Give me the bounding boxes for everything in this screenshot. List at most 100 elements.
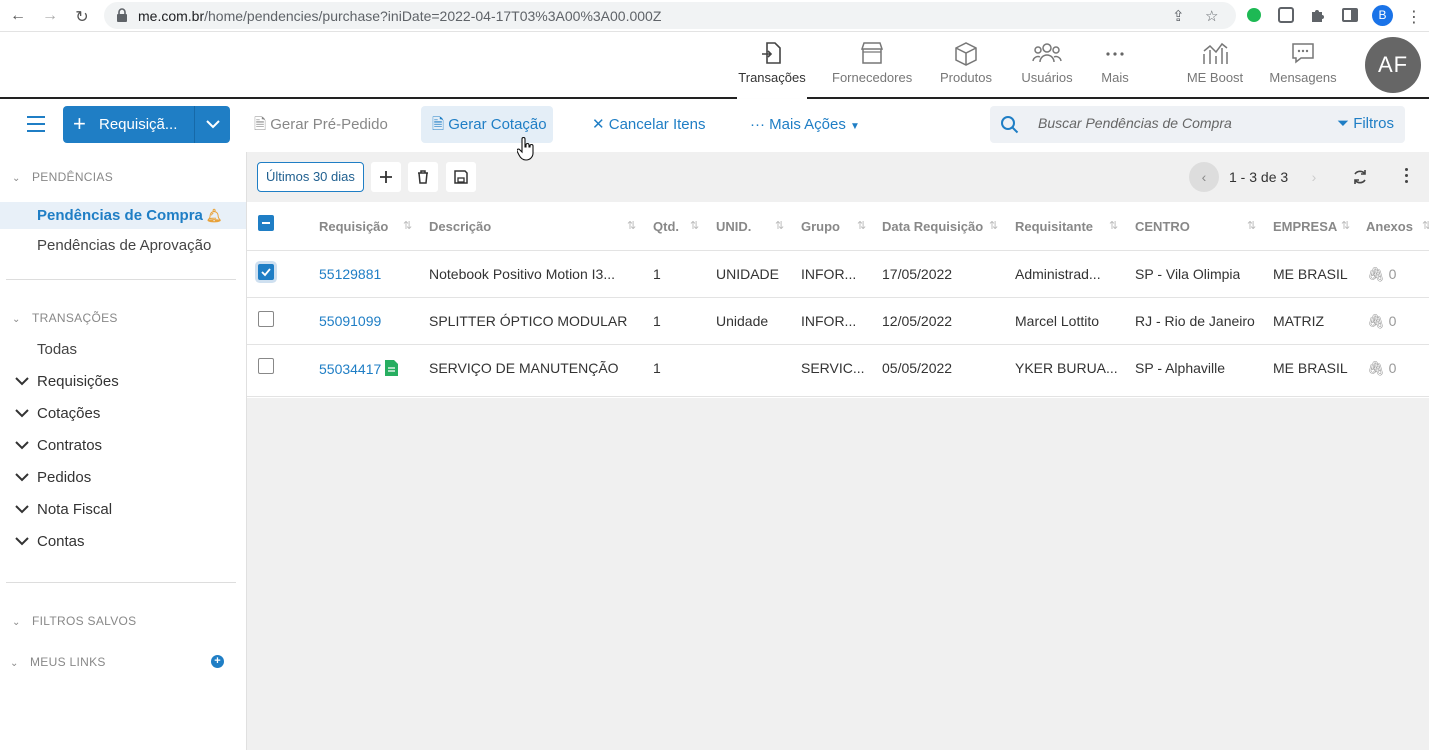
filter-icon: ⏷ <box>1337 115 1350 132</box>
cell-data: 12/05/2022 <box>882 313 953 329</box>
section-meus-links[interactable]: ⌄ MEUS LINKS <box>10 655 106 669</box>
store-icon <box>860 42 884 64</box>
sidebar-item-requisicoes[interactable]: Requisições <box>14 373 119 390</box>
address-bar[interactable]: me.com.br/home/pendencies/purchase?iniDa… <box>104 2 1236 29</box>
row-checkbox[interactable] <box>258 311 274 327</box>
nav-fornecedores[interactable]: Fornecedores <box>832 32 912 97</box>
row-checkbox[interactable] <box>258 358 274 374</box>
refresh-icon[interactable] <box>1351 168 1369 186</box>
nav-transacoes[interactable]: Transações <box>737 32 807 99</box>
table-row[interactable]: 55091099 SPLITTER ÓPTICO MODULAR 1 Unida… <box>247 298 1429 345</box>
next-page-button[interactable]: › <box>1299 162 1329 192</box>
col-empresa[interactable]: EMPRESA <box>1273 219 1337 234</box>
sort-icon[interactable]: ⇅ <box>1422 219 1429 232</box>
hamburger-menu-icon[interactable] <box>27 116 45 132</box>
sidebar-item-nota-fiscal[interactable]: Nota Fiscal <box>14 501 112 518</box>
profile-avatar[interactable]: B <box>1372 5 1393 26</box>
col-centro[interactable]: CENTRO <box>1135 219 1190 234</box>
requisicao-link[interactable]: 55034417 <box>319 360 399 377</box>
sidebar-item-contas[interactable]: Contas <box>14 533 85 550</box>
gerar-pre-pedido-button[interactable]: 🗎 Gerar Pré-Pedido <box>243 106 399 143</box>
users-icon <box>1032 43 1062 63</box>
nav-mensagens[interactable]: Mensagens <box>1268 32 1338 97</box>
mais-acoes-button[interactable]: ··· Mais Ações ▼ <box>739 106 871 143</box>
cell-qtd: 1 <box>653 313 661 329</box>
nav-mais[interactable]: Mais <box>1100 32 1130 97</box>
star-icon[interactable]: ☆ <box>1205 7 1218 25</box>
period-filter-button[interactable]: Últimos 30 dias <box>257 162 364 192</box>
sort-icon[interactable]: ⇅ <box>690 219 699 232</box>
col-grupo[interactable]: Grupo <box>801 219 840 234</box>
save-filter-button[interactable] <box>446 162 476 192</box>
ellipsis-icon: ··· <box>750 116 765 133</box>
section-filtros-salvos[interactable]: ⌄ FILTROS SALVOS <box>12 614 136 628</box>
search-icon[interactable] <box>1000 115 1020 135</box>
cell-anexos[interactable]: 🖇︎ 0 <box>1367 266 1396 283</box>
forward-icon[interactable]: → <box>40 7 60 25</box>
sort-icon[interactable]: ⇅ <box>1247 219 1256 232</box>
sidepanel-icon[interactable] <box>1341 6 1359 24</box>
table-row[interactable]: 55129881 Notebook Positivo Motion I3... … <box>247 251 1429 298</box>
sidebar: ⌄ PENDÊNCIAS Pendências de Compra 🔔︎ Pendê… <box>0 152 247 750</box>
col-descricao[interactable]: Descrição <box>429 219 491 234</box>
col-unid[interactable]: UNID. <box>716 219 751 234</box>
sort-icon[interactable]: ⇅ <box>627 219 636 232</box>
sidebar-item-cotacoes[interactable]: Cotações <box>14 405 100 422</box>
cell-anexos[interactable]: 🖇︎ 0 <box>1367 360 1396 377</box>
sidebar-item-pendencias-aprovacao[interactable]: Pendências de Aprovação <box>37 237 211 254</box>
sort-icon[interactable]: ⇅ <box>403 219 412 232</box>
caret-down-icon: ▼ <box>850 121 860 132</box>
cell-empresa: ME BRASIL <box>1273 266 1348 282</box>
user-avatar[interactable]: AF <box>1365 37 1421 93</box>
cell-requisitante: Marcel Lottito <box>1015 313 1100 329</box>
filtros-button[interactable]: ⏷ Filtros <box>1337 115 1394 132</box>
table-controls: Últimos 30 dias ‹ 1 - 3 de 3 › <box>247 152 1429 202</box>
new-requisition-button[interactable]: + Requisiçã... <box>63 106 230 143</box>
select-all-checkbox[interactable] <box>258 215 274 231</box>
chevron-down-icon[interactable] <box>204 114 222 134</box>
chart-icon <box>1203 42 1228 64</box>
search-input[interactable] <box>1038 115 1318 131</box>
table-row[interactable]: 55034417 SERVIÇO DE MANUTENÇÃO 1 SERVIC.… <box>247 345 1429 397</box>
col-requisitante[interactable]: Requisitante <box>1015 219 1093 234</box>
sort-icon[interactable]: ⇅ <box>1341 219 1350 232</box>
sort-icon[interactable]: ⇅ <box>775 219 784 232</box>
puzzle-icon[interactable] <box>1309 6 1327 24</box>
nav-usuarios[interactable]: Usuários <box>1019 32 1075 97</box>
nav-produtos[interactable]: Produtos <box>938 32 994 97</box>
col-requisicao[interactable]: Requisição <box>319 219 388 234</box>
sort-icon[interactable]: ⇅ <box>989 219 998 232</box>
col-qtd[interactable]: Qtd. <box>653 219 679 234</box>
sidebar-item-pedidos[interactable]: Pedidos <box>14 469 91 486</box>
green-document-icon[interactable] <box>385 360 399 376</box>
sidebar-item-todas[interactable]: Todas <box>37 341 77 358</box>
more-options-icon[interactable] <box>1405 168 1409 186</box>
sort-icon[interactable]: ⇅ <box>1109 219 1118 232</box>
sidebar-item-pendencias-compra[interactable]: Pendências de Compra 🔔︎ <box>37 207 222 224</box>
nav-me-boost[interactable]: ME Boost <box>1186 32 1244 97</box>
add-button[interactable] <box>371 162 401 192</box>
browser-menu-icon[interactable]: ⋮ <box>1404 7 1424 27</box>
reload-icon[interactable]: ↻ <box>72 7 92 27</box>
row-checkbox[interactable] <box>258 264 274 280</box>
share-icon[interactable]: ⇪ <box>1172 7 1185 25</box>
section-pendencias[interactable]: ⌄ PENDÊNCIAS <box>12 170 113 184</box>
col-anexos[interactable]: Anexos <box>1366 219 1413 234</box>
section-transacoes[interactable]: ⌄ TRANSAÇÕES <box>12 311 118 325</box>
requisicao-link[interactable]: 55129881 <box>319 266 381 282</box>
extension-leaf-icon[interactable] <box>1245 6 1263 24</box>
extension-doc-icon[interactable] <box>1277 6 1295 24</box>
col-data-requisicao[interactable]: Data Requisição <box>882 219 983 234</box>
sidebar-item-contratos[interactable]: Contratos <box>14 437 102 454</box>
back-icon[interactable]: ← <box>8 7 28 25</box>
delete-button[interactable] <box>408 162 438 192</box>
previous-page-button[interactable]: ‹ <box>1189 162 1219 192</box>
add-link-icon[interactable]: + <box>211 655 224 668</box>
cell-anexos[interactable]: 🖇︎ 0 <box>1367 313 1396 330</box>
requisicao-link[interactable]: 55091099 <box>319 313 381 329</box>
url-text: me.com.br/home/pendencies/purchase?iniDa… <box>138 8 662 24</box>
cell-unid: Unidade <box>716 313 769 329</box>
sort-icon[interactable]: ⇅ <box>857 219 866 232</box>
cancelar-itens-button[interactable]: ✕ Cancelar Itens <box>581 106 716 143</box>
paperclip-icon: 🖇︎ <box>1367 313 1385 329</box>
